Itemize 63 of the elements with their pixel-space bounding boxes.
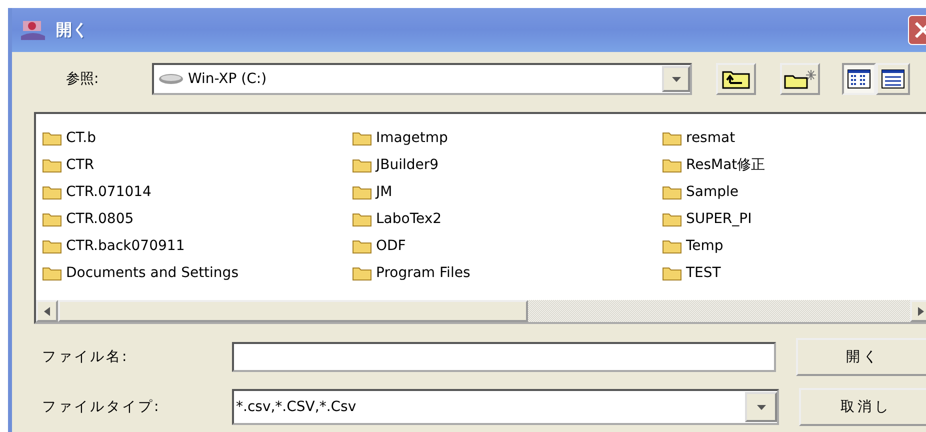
folder-item[interactable]: SUPER_PI [662,205,926,232]
folder-icon [352,210,372,226]
folder-icon [352,156,372,172]
file-type-label: ファイルタイプ: [41,398,162,416]
folder-icon [662,264,682,280]
folder-item[interactable]: LaboTex2 [352,205,662,232]
list-view-icon [847,69,871,89]
folder-icon [662,156,682,172]
folder-icon [42,210,62,226]
folder-icon [42,238,62,254]
dropdown-button[interactable] [745,392,777,422]
folder-icon [42,130,62,146]
app-icon [20,18,46,42]
open-button[interactable]: 開く [796,338,926,376]
folder-item[interactable]: Sample [662,178,926,205]
folder-icon [352,238,372,254]
folder-icon [352,130,372,146]
folder-item[interactable]: JBuilder9 [352,151,662,178]
drive-icon [158,73,184,85]
file-type-value: *.csv,*.CSV,*.Csv [236,399,358,415]
window-title: 開く [56,20,88,40]
folder-icon [352,184,372,200]
folder-item[interactable]: CTR [42,151,352,178]
folder-item[interactable]: TEST [662,259,926,286]
folder-item[interactable]: Documents and Settings [42,259,352,286]
new-folder-icon [783,68,817,90]
down-arrow-icon [672,76,680,82]
folder-item[interactable]: ResMat修正 [662,151,926,178]
folder-item[interactable]: Imagetmp [352,124,662,151]
folder-icon [352,264,372,280]
folder-icon [662,238,682,254]
folder-item[interactable]: Temp [662,232,926,259]
drive-name: Win-XP (C:) [188,71,268,87]
new-folder-button[interactable] [780,63,820,95]
file-name-label: ファイル名: [41,348,130,366]
cancel-button[interactable]: 取消し [799,388,926,426]
folder-icon [42,264,62,280]
folder-item[interactable]: JM [352,178,662,205]
look-in-dropdown[interactable]: Win-XP (C:) [152,63,692,95]
folder-icon [42,184,62,200]
folder-icon [662,130,682,146]
folder-icon [42,156,62,172]
horizontal-scrollbar[interactable] [36,300,926,322]
file-name-field[interactable] [232,342,776,372]
folder-icon [662,210,682,226]
look-in-label: 参照: [65,70,100,88]
folder-icon [662,184,682,200]
folder-item[interactable]: CT.b [42,124,352,151]
details-view-button[interactable] [876,63,910,95]
details-view-icon [881,69,905,89]
folder-item[interactable]: resmat [662,124,926,151]
down-arrow-icon [756,404,766,410]
folder-item[interactable]: CTR.071014 [42,178,352,205]
dropdown-button[interactable] [662,66,690,92]
list-view-button[interactable] [842,63,876,95]
up-folder-button[interactable] [716,63,756,95]
right-arrow-icon [918,306,924,316]
folder-item[interactable]: CTR.back070911 [42,232,352,259]
left-arrow-icon [44,306,50,316]
folder-item[interactable]: CTR.0805 [42,205,352,232]
folder-item[interactable]: Program Files [352,259,662,286]
file-type-dropdown[interactable]: *.csv,*.CSV,*.Csv [232,389,779,425]
folder-item[interactable]: ODF [352,232,662,259]
